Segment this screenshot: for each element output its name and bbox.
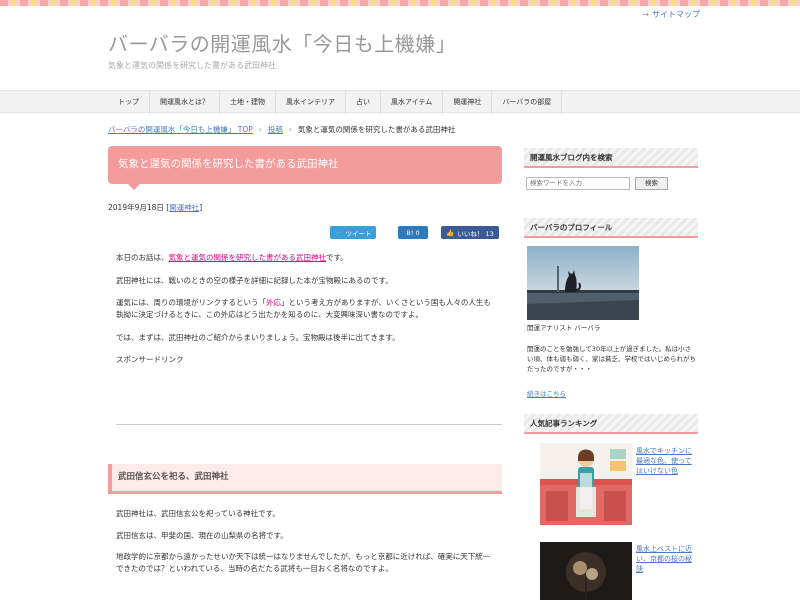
global-nav: トップ 開運風水とは？ 土地・建物 風水インテリア 占い 風水アイテム 開運神社… — [0, 90, 800, 114]
cat-silhouette-image — [527, 246, 639, 320]
profile-name: 開運アナリスト バーバラ — [527, 324, 601, 332]
nav-item-items[interactable]: 風水アイテム — [381, 91, 444, 114]
profile-widget-heading: バーバラのプロフィール — [524, 218, 698, 238]
section-heading: 武田信玄公を祀る、武田神社 — [108, 464, 502, 491]
night-sakura-image — [540, 542, 632, 600]
post-category-link[interactable]: 開運神社 — [169, 203, 199, 212]
breadcrumb-category[interactable]: 投稿 — [268, 124, 283, 135]
hatena-bookmark-button[interactable]: B! 0 — [398, 226, 428, 239]
paragraph-2: 武田神社には、戦いのときの空の様子を詳細に記録した本が宝物殿にあるのです。 — [116, 275, 393, 285]
kitchen-woman-image — [540, 443, 632, 525]
site-description: 気象と運気の関係を研究した書がある武田神社 — [108, 61, 276, 70]
breadcrumb-home[interactable]: バーバラの開運風水「今日も上機嫌」 TOP — [108, 124, 253, 135]
search-button[interactable]: 検索 — [635, 177, 668, 190]
ranking-title-1[interactable]: 風水でキッチンに最適な色、使ってはいけない色 — [636, 446, 696, 476]
chevron-right-icon: › — [258, 125, 262, 134]
facebook-like-button[interactable]: 👍 いいね！ 13 — [441, 226, 499, 239]
post-date: 2019年9月18日 — [108, 203, 164, 212]
like-label: いいね！ 13 — [457, 229, 494, 238]
heading-underline — [108, 491, 502, 494]
nav-item-interior[interactable]: 風水インテリア — [276, 91, 346, 114]
twitter-icon: 🐦 — [334, 228, 343, 237]
section-paragraph-1: 武田神社は、武田信玄公を祀っている神社です。 — [116, 509, 280, 518]
section-paragraph-3: 地政学的に京都から遠かったせいか天下は統一はなりませんでしたが、もっと京都に近け… — [116, 552, 491, 573]
ranking-thumbnail-2[interactable] — [540, 542, 632, 600]
p3-highlight: 外応 — [266, 298, 281, 308]
profile-more-link[interactable]: 続きはこちら — [527, 388, 566, 398]
search-input[interactable] — [526, 177, 630, 190]
arrow-right-icon: → — [642, 10, 649, 19]
section-divider — [116, 424, 502, 425]
post-body-section: 武田神社は、武田信玄公を祀っている神社です。 武田信玄は、甲斐の国、現在の山梨県… — [116, 508, 496, 585]
tweet-button[interactable]: 🐦 ツイート — [330, 226, 376, 239]
sponsor-label: スポンサードリンク — [116, 355, 184, 365]
profile-image — [527, 246, 639, 320]
paragraph-intro: 本日のお話は、気象と運気の関係を研究した書がある武田神社です。 — [116, 252, 496, 264]
ranking-thumbnail-1[interactable] — [540, 443, 632, 525]
intro-prefix: 本日のお話は、 — [116, 253, 169, 262]
breadcrumb-current: 気象と運気の関係を研究した書がある武田神社 — [297, 125, 456, 134]
ranking-widget-heading: 人気記事ランキング — [524, 414, 698, 434]
profile-text: 開運のことを勉強して30年以上が過ぎました。私は小さい頃、体も弱も弱く、家は貧乏… — [527, 345, 696, 374]
nav-item-land[interactable]: 土地・建物 — [220, 91, 276, 114]
intro-suffix: です。 — [326, 253, 348, 262]
p3-prefix: 運気には、周りの環境がリンクするという「 — [116, 298, 266, 308]
ranking-title-2[interactable]: 風水上ベストに近い、京都の桜の秘訣 — [636, 544, 696, 574]
paragraph-3: 運気には、周りの環境がリンクするという「外応」という考え方がありますが、いくさと… — [116, 297, 496, 320]
site-title[interactable]: バーバラの開運風水「今日も上機嫌」 — [108, 28, 456, 57]
intro-highlight: 気象と運気の関係を研究した書がある武田神社 — [168, 253, 327, 262]
section-paragraph-2: 武田信玄は、甲斐の国、現在の山梨県の名将です。 — [116, 530, 288, 540]
nav-item-about[interactable]: 開運風水とは？ — [150, 91, 220, 114]
tweet-label: ツイート — [345, 229, 372, 238]
post-body: 本日のお話は、気象と運気の関係を研究した書がある武田神社です。 武田神社には、戦… — [116, 252, 496, 377]
paragraph-4: では、まずは、武田神社のご紹介からまいりましょう。宝物殿は後半に出てきます。 — [116, 332, 400, 342]
hatena-label: B! 0 — [406, 228, 420, 237]
nav-item-shrine[interactable]: 開運神社 — [443, 91, 493, 114]
breadcrumb: バーバラの開運風水「今日も上機嫌」 TOP › 投稿 › 気象と運気の関係を研究… — [108, 124, 455, 135]
post-meta: 2019年9月18日 [開運神社] — [108, 203, 203, 212]
chevron-right-icon: › — [288, 125, 292, 134]
decorative-stripe — [0, 0, 800, 6]
thumbs-up-icon: 👍 — [446, 228, 455, 237]
search-widget-heading: 開運風水ブログ内を検索 — [524, 148, 698, 168]
nav-item-top[interactable]: トップ — [108, 91, 150, 114]
sitemap-link[interactable]: → サイトマップ — [642, 9, 700, 20]
nav-item-fortune[interactable]: 占い — [346, 91, 381, 114]
nav-item-room[interactable]: バーバラの部屋 — [492, 91, 563, 114]
sitemap-label[interactable]: サイトマップ — [652, 9, 700, 20]
post-title: 気象と運気の関係を研究した書がある武田神社 — [108, 146, 502, 190]
